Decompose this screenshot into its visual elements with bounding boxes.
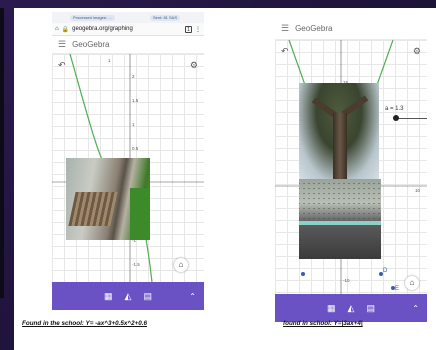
undo-icon[interactable]: ↶ (281, 46, 289, 57)
status-pill-left: Processed images: … (70, 15, 116, 21)
fence-photo (299, 179, 381, 259)
app-header: ☰ GeoGebra (275, 18, 427, 40)
y-tick: 1.5 (132, 98, 139, 103)
calculator-icon[interactable]: ▦ (327, 303, 336, 314)
y-tick: 1 (132, 122, 135, 127)
point-label: E (395, 286, 400, 292)
fence-rail (299, 221, 381, 225)
menu-icon[interactable]: ☰ (58, 39, 66, 50)
app-title: GeoGebra (295, 24, 333, 33)
slider-handle[interactable] (393, 115, 399, 121)
table-icon[interactable]: ▤ (143, 291, 152, 302)
grass-image (130, 188, 150, 240)
home-browser-icon[interactable]: ⌂ (55, 26, 59, 32)
calculator-icon[interactable]: ▦ (104, 291, 113, 302)
settings-icon[interactable]: ⚙ (413, 46, 421, 57)
fence-image (68, 192, 118, 226)
fence-mesh (299, 179, 381, 223)
y-tick: -10 (343, 278, 350, 283)
x-tick: 10 (415, 188, 421, 193)
tree-trunk (333, 113, 347, 179)
chevron-up-icon[interactable]: ⌃ (189, 292, 196, 301)
y-tick: 2 (132, 74, 135, 79)
tabs-count[interactable]: 1 (185, 25, 192, 33)
y-tick: -1.5 (132, 262, 140, 267)
status-bar: Processed images: … Sent: 81 SAS (52, 12, 204, 23)
undo-icon[interactable]: ↶ (58, 60, 66, 71)
slide-edge (0, 8, 4, 298)
phone-screenshot-left: Processed images: … Sent: 81 SAS ⌂ 🔒 geo… (52, 12, 204, 310)
home-icon[interactable]: ⌂ (174, 258, 188, 272)
bottom-toolbar: ▦ ◭ ▤ ⌃ (52, 282, 204, 310)
tree-photo (299, 83, 379, 179)
phone-screenshot-right: ☰ GeoGebra ↶ ⚙ 15 -10 10 a = 1.3 D E (275, 18, 427, 322)
app-title: GeoGebra (72, 40, 110, 49)
lock-icon: 🔒 (61, 26, 70, 33)
settings-icon[interactable]: ⚙ (190, 60, 198, 71)
home-icon[interactable]: ⌂ (405, 276, 419, 290)
caption-right: found in school: Y=|3ax+4| (283, 320, 363, 327)
more-menu-icon[interactable]: ⋮ (195, 26, 201, 33)
table-icon[interactable]: ▤ (366, 303, 375, 314)
point-marker (301, 272, 305, 276)
graph-area[interactable]: ↶ ⚙ 2 1.5 1 0.5 -1 -1.5 1 ⌂ (52, 54, 204, 282)
shapes-icon[interactable]: ◭ (348, 303, 355, 314)
caption-left: Found in the school: Y= -ax^3+0.5x^2+0.6 (22, 320, 147, 327)
school-photo-stairs (66, 158, 150, 240)
browser-url-bar[interactable]: ⌂ 🔒 geogebra.org/graphing 1 ⋮ (52, 23, 204, 36)
slider-label: a = 1.3 (385, 106, 404, 112)
y-tick: 0.5 (132, 146, 139, 151)
menu-icon[interactable]: ☰ (281, 23, 289, 34)
graph-area[interactable]: ↶ ⚙ 15 -10 10 a = 1.3 D E ⌂ (275, 40, 427, 296)
url-text[interactable]: geogebra.org/graphing (72, 26, 182, 32)
status-pill-right: Sent: 81 SAS (150, 15, 181, 21)
x-tick: 1 (108, 58, 111, 63)
chevron-up-icon[interactable]: ⌃ (412, 304, 419, 313)
point-label: D (383, 268, 388, 274)
shapes-icon[interactable]: ◭ (125, 291, 132, 302)
bottom-toolbar: ▦ ◭ ▤ ⌃ (275, 294, 427, 322)
app-header: ☰ GeoGebra (52, 36, 204, 54)
